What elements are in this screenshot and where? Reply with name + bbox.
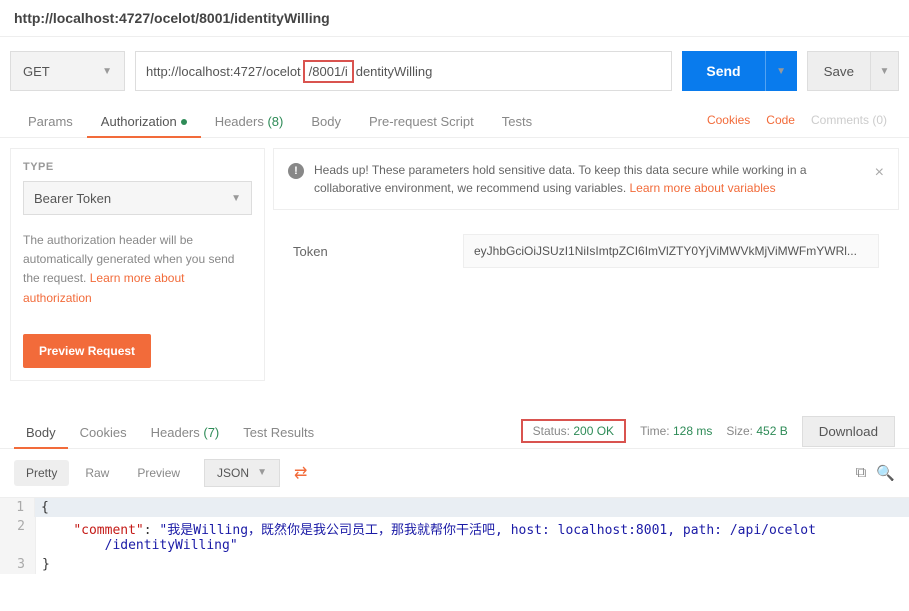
- url-post: dentityWilling: [356, 64, 433, 79]
- save-button[interactable]: Save: [807, 51, 871, 91]
- tab-params[interactable]: Params: [14, 104, 87, 137]
- view-preview[interactable]: Preview: [125, 460, 192, 486]
- type-label: TYPE: [23, 161, 252, 173]
- format-select[interactable]: JSON▼: [204, 459, 280, 487]
- preview-request-button[interactable]: Preview Request: [23, 334, 151, 368]
- page-title: http://localhost:4727/ocelot/8001/identi…: [0, 0, 909, 37]
- tab-headers[interactable]: Headers (8): [201, 104, 298, 137]
- download-button[interactable]: Download: [802, 416, 895, 447]
- token-label: Token: [293, 244, 463, 259]
- auth-panel: TYPE Bearer Token ▼ The authorization he…: [0, 138, 909, 391]
- tab-authorization[interactable]: Authorization: [87, 104, 201, 137]
- wrap-icon[interactable]: ⇄: [294, 463, 307, 483]
- view-raw[interactable]: Raw: [73, 460, 121, 486]
- save-more-button[interactable]: ▼: [871, 51, 899, 91]
- auth-help-text: The authorization header will be automat…: [23, 231, 252, 308]
- chevron-down-icon: ▼: [776, 66, 786, 77]
- info-icon: !: [288, 163, 304, 179]
- response-toolbar: Pretty Raw Preview JSON▼ ⇄ ⧉ 🔍: [0, 449, 909, 497]
- tab-body[interactable]: Body: [297, 104, 355, 137]
- rtab-headers[interactable]: Headers (7): [139, 415, 232, 448]
- json-key: "comment": [73, 523, 143, 538]
- active-dot-icon: [181, 119, 187, 125]
- request-tabs: Params Authorization Headers (8) Body Pr…: [0, 101, 909, 138]
- method-select[interactable]: GET ▼: [10, 51, 125, 91]
- learn-variables-link[interactable]: Learn more about variables: [630, 181, 776, 195]
- rtab-tests[interactable]: Test Results: [231, 415, 326, 448]
- tab-tests[interactable]: Tests: [488, 104, 546, 137]
- url-highlight: /8001/i: [303, 60, 354, 83]
- send-more-button[interactable]: ▼: [765, 51, 797, 91]
- request-row: GET ▼ http://localhost:4727/ocelot/8001/…: [0, 37, 909, 101]
- rtab-cookies[interactable]: Cookies: [68, 415, 139, 448]
- auth-type-select[interactable]: Bearer Token ▼: [23, 181, 252, 215]
- url-input[interactable]: http://localhost:4727/ocelot/8001/identi…: [135, 51, 672, 91]
- token-input[interactable]: eyJhbGciOiJSUzI1NiIsImtpZCI6ImVlZTY0YjVi…: [463, 234, 879, 268]
- response-status: Status: 200 OK Time: 128 ms Size: 452 B: [521, 419, 788, 443]
- token-row: Token eyJhbGciOiJSUzI1NiIsImtpZCI6ImVlZT…: [273, 224, 899, 278]
- response-tabs: Body Cookies Headers (7) Test Results St…: [0, 411, 909, 449]
- link-cookies[interactable]: Cookies: [699, 103, 758, 137]
- chevron-down-icon: ▼: [231, 193, 241, 204]
- send-button[interactable]: Send: [682, 51, 764, 91]
- auth-right: ! Heads up! These parameters hold sensit…: [273, 148, 899, 381]
- view-pretty[interactable]: Pretty: [14, 460, 69, 486]
- chevron-down-icon: ▼: [880, 66, 890, 77]
- status-box: Status: 200 OK: [521, 419, 626, 443]
- send-group: Send ▼: [682, 51, 796, 91]
- close-icon[interactable]: ×: [875, 161, 884, 185]
- link-code[interactable]: Code: [758, 103, 803, 137]
- alert-text: Heads up! These parameters hold sensitiv…: [314, 161, 865, 197]
- json-value: "我是Willing，既然你是我公司员工，那我就帮你干活吧, host: loc…: [42, 523, 816, 553]
- search-icon[interactable]: 🔍: [876, 464, 895, 482]
- method-label: GET: [23, 64, 50, 79]
- url-pre: http://localhost:4727/ocelot: [146, 64, 301, 79]
- rtab-body[interactable]: Body: [14, 415, 68, 448]
- variables-alert: ! Heads up! These parameters hold sensit…: [273, 148, 899, 210]
- copy-icon[interactable]: ⧉: [856, 464, 867, 481]
- save-group: Save ▼: [807, 51, 899, 91]
- link-comments[interactable]: Comments (0): [803, 103, 895, 137]
- tab-prerequest[interactable]: Pre-request Script: [355, 104, 488, 137]
- auth-left: TYPE Bearer Token ▼ The authorization he…: [10, 148, 265, 381]
- chevron-down-icon: ▼: [102, 66, 112, 77]
- response-editor[interactable]: 1{ 2 "comment": "我是Willing，既然你是我公司员工，那我就…: [0, 497, 909, 574]
- chevron-down-icon: ▼: [257, 467, 267, 478]
